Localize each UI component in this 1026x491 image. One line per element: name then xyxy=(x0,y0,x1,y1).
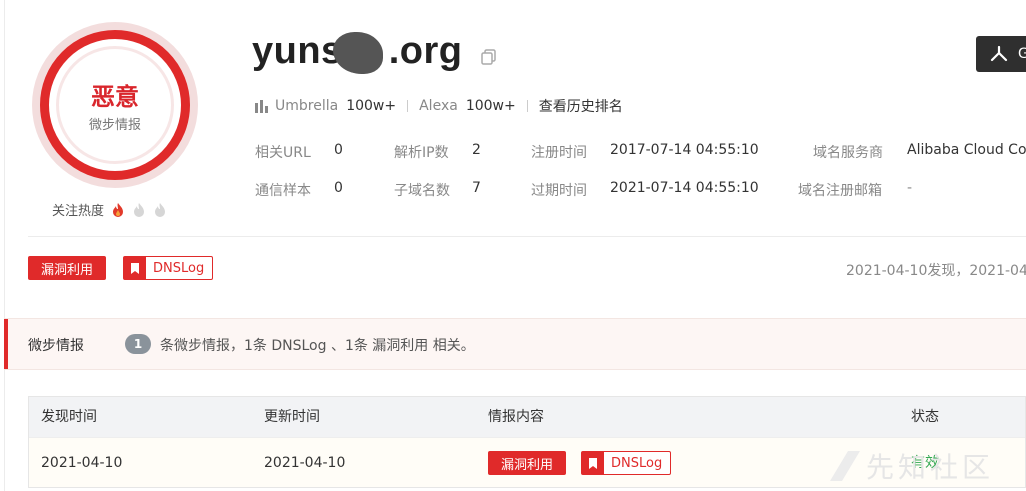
intel-band-title: 微步情报 xyxy=(28,338,84,354)
subdomains-label: 子域名数 xyxy=(394,183,450,199)
domain-prefix: yuns xyxy=(252,30,343,72)
col-found-header: 发现时间 xyxy=(41,409,97,425)
tag-dnslog[interactable]: DNSLog xyxy=(123,256,214,280)
row-tag-dnslog[interactable]: DNSLog xyxy=(581,451,672,475)
page-left-border xyxy=(4,0,5,491)
tag-dnslog-label: DNSLog xyxy=(153,260,205,276)
bookmark-icon xyxy=(582,452,604,474)
row-tag-dnslog-label: DNSLog xyxy=(611,455,663,471)
umbrella-value: 100w+ xyxy=(346,98,397,114)
bar-chart-icon xyxy=(255,99,268,113)
bookmark-icon xyxy=(124,257,146,279)
col-content-header: 情报内容 xyxy=(488,409,544,425)
intel-summary-text: 条微步情报，1条 DNSLog 、1条 漏洞利用 相关。 xyxy=(160,338,475,354)
table-header: 发现时间 更新时间 情报内容 状态 xyxy=(29,397,1025,437)
verdict-source: 微步情报 xyxy=(88,118,141,133)
copy-icon[interactable] xyxy=(480,48,498,66)
alexa-label: Alexa xyxy=(419,98,458,114)
row-tag-exploit[interactable]: 漏洞利用 xyxy=(488,451,567,475)
subdomains-value[interactable]: 7 xyxy=(472,180,481,196)
flame-icon-inactive xyxy=(155,202,166,217)
col-updated-header: 更新时间 xyxy=(264,409,320,425)
rank-row: Umbrella 100w+ Alexa 100w+ 查看历史排名 xyxy=(255,96,623,116)
watermark-text: 先知社区 xyxy=(866,451,995,484)
heat-indicator: 关注热度 xyxy=(52,200,167,219)
verdict-label: 恶意 xyxy=(91,83,139,111)
col-status-header: 状态 xyxy=(911,409,939,425)
samples-label: 通信样本 xyxy=(255,183,311,199)
band-accent xyxy=(4,319,8,369)
expires-label: 过期时间 xyxy=(531,183,587,199)
registrar-value: Alibaba Cloud Cor xyxy=(907,142,1026,158)
domain-suffix: .org xyxy=(388,30,463,72)
verdict-badge: 恶意 微步情报 xyxy=(32,22,198,188)
flame-icon-inactive xyxy=(134,202,145,217)
expires-value: 2021-07-14 04:55:10 xyxy=(610,180,759,196)
intel-summary-band: 微步情报 1 条微步情报，1条 DNSLog 、1条 漏洞利用 相关。 xyxy=(4,318,1026,370)
watermark: 先知社区 xyxy=(830,446,994,486)
section-divider xyxy=(28,236,1026,237)
registered-label: 注册时间 xyxy=(531,145,587,161)
related-url-value[interactable]: 0 xyxy=(334,142,343,158)
registered-value: 2017-07-14 04:55:10 xyxy=(610,142,759,158)
registrant-email-value: - xyxy=(907,180,913,196)
rank-separator xyxy=(526,100,528,112)
history-rank-link[interactable]: 查看历史排名 xyxy=(539,96,623,116)
samples-value[interactable]: 0 xyxy=(334,180,343,196)
heat-label: 关注热度 xyxy=(52,204,105,219)
registrant-email-label: 域名注册邮箱 xyxy=(798,183,882,199)
row-found-date: 2021-04-10 xyxy=(41,455,123,471)
first-seen-text: 2021-04-10发现，2021-04- xyxy=(846,263,1026,279)
umbrella-label: Umbrella xyxy=(275,98,339,114)
related-url-label: 相关URL xyxy=(255,145,311,161)
rank-separator xyxy=(407,100,409,112)
row-updated-date: 2021-04-10 xyxy=(264,455,346,471)
resolved-ip-value[interactable]: 2 xyxy=(472,142,481,158)
tag-exploit[interactable]: 漏洞利用 xyxy=(28,256,107,280)
alexa-value: 100w+ xyxy=(465,98,516,114)
flame-icon-active xyxy=(113,202,124,217)
domain-intel-page: 恶意 微步情报 关注热度 yuns.org Umbrella 100w+ Al xyxy=(0,0,1026,491)
registrar-label: 域名服务商 xyxy=(813,145,883,161)
intel-count-badge: 1 xyxy=(125,334,151,354)
resolved-ip-label: 解析IP数 xyxy=(394,145,449,161)
watermark-logo xyxy=(830,451,860,481)
export-button[interactable]: G xyxy=(976,36,1026,72)
export-button-label: G xyxy=(1018,46,1026,62)
share-icon xyxy=(990,46,1008,62)
